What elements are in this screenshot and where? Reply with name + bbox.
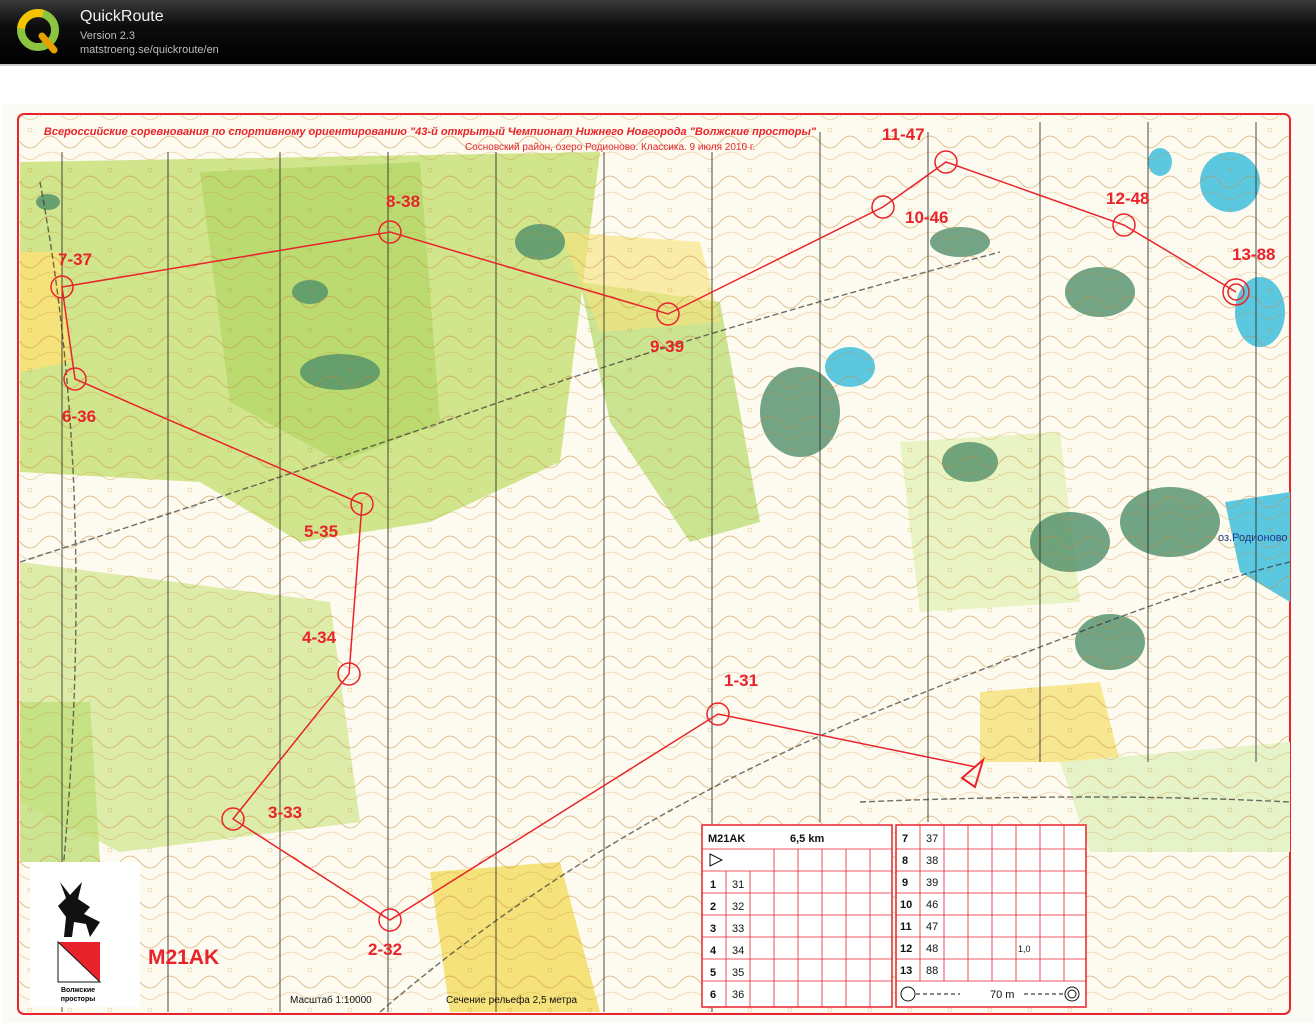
sheet-row-code: 88 xyxy=(926,965,938,977)
contour-lines xyxy=(18,114,1290,1014)
sheet-row-code: 34 xyxy=(732,945,744,957)
sheet-row-num: 6 xyxy=(710,989,716,1001)
control-1-label: 1-31 xyxy=(724,671,758,690)
app-title: QuickRoute xyxy=(80,8,164,25)
control-6-label: 6-36 xyxy=(62,407,96,426)
sheet-row-num: 5 xyxy=(710,967,716,979)
sheet-class: M21AK xyxy=(708,833,745,845)
control-11-label: 11-47 xyxy=(882,125,925,144)
sheet-row-num: 2 xyxy=(710,901,716,913)
class-label: M21AK xyxy=(148,946,219,969)
control-13-label: 13-88 xyxy=(1232,245,1275,264)
sheet-row-num: 4 xyxy=(710,945,717,957)
app-version: Version 2.3 xyxy=(80,30,136,42)
sheet-dimension: 1,0 xyxy=(1018,944,1031,954)
sheet-row-num: 3 xyxy=(710,923,716,935)
sheet-row-num: 9 xyxy=(902,877,908,889)
sheet-row-num: 7 xyxy=(902,833,908,845)
sheet-row-code: 37 xyxy=(926,833,938,845)
sheet-row-code: 46 xyxy=(926,899,938,911)
control-2-label: 2-32 xyxy=(368,940,402,959)
sheet-row-code: 47 xyxy=(926,921,938,933)
scale-label: Масштаб 1:10000 xyxy=(290,994,372,1006)
map-header-subtitle: Сосновский район, озеро Родионово. Класс… xyxy=(465,142,755,153)
lake-name: оз.Родионово xyxy=(1218,532,1288,544)
sheet-finish-distance: 70 m xyxy=(990,989,1014,1001)
control-3-label: 3-33 xyxy=(268,803,302,822)
sheet-length: 6,5 km xyxy=(790,833,824,845)
logo: Волжские просторы xyxy=(30,862,140,1007)
map-header-title: Всероссийские соревнования по спортивном… xyxy=(44,126,817,138)
app-url[interactable]: matstroeng.se/quickroute/en xyxy=(80,44,219,56)
sheet-row-code: 39 xyxy=(926,877,938,889)
orienteering-map[interactable]: Всероссийские соревнования по спортивном… xyxy=(0,66,1316,1025)
sheet-row-code: 36 xyxy=(732,989,744,1001)
quickroute-logo-icon xyxy=(17,9,59,54)
sheet-row-code: 31 xyxy=(732,879,744,891)
control-12-label: 12-48 xyxy=(1106,189,1149,208)
sheet-row-code: 38 xyxy=(926,855,938,867)
contour-interval-label: Сечение рельефа 2,5 метра xyxy=(446,994,578,1006)
control-5-label: 5-35 xyxy=(304,522,338,541)
map-viewport[interactable]: Всероссийские соревнования по спортивном… xyxy=(0,64,1316,1025)
control-7-label: 7-37 xyxy=(58,250,92,269)
control-9-label: 9-39 xyxy=(650,337,684,356)
logo-caption-1: Волжские xyxy=(61,987,95,994)
sheet-row-num: 8 xyxy=(902,855,908,867)
sheet-row-num: 10 xyxy=(900,899,912,911)
sheet-row-code: 35 xyxy=(732,967,744,979)
sheet-row-num: 12 xyxy=(900,943,912,955)
sheet-row-code: 33 xyxy=(732,923,744,935)
sheet-row-num: 11 xyxy=(900,921,912,933)
sheet-row-code: 48 xyxy=(926,943,938,955)
control-10-label: 10-46 xyxy=(905,208,948,227)
sheet-row-num: 1 xyxy=(710,879,716,891)
control-8-label: 8-38 xyxy=(386,192,420,211)
sheet-row-code: 32 xyxy=(732,901,744,913)
sheet-row-num: 13 xyxy=(900,965,912,977)
control-4-label: 4-34 xyxy=(302,628,337,647)
logo-caption-2: просторы xyxy=(61,996,95,1003)
title-bar: QuickRoute Version 2.3 matstroeng.se/qui… xyxy=(0,0,1316,64)
